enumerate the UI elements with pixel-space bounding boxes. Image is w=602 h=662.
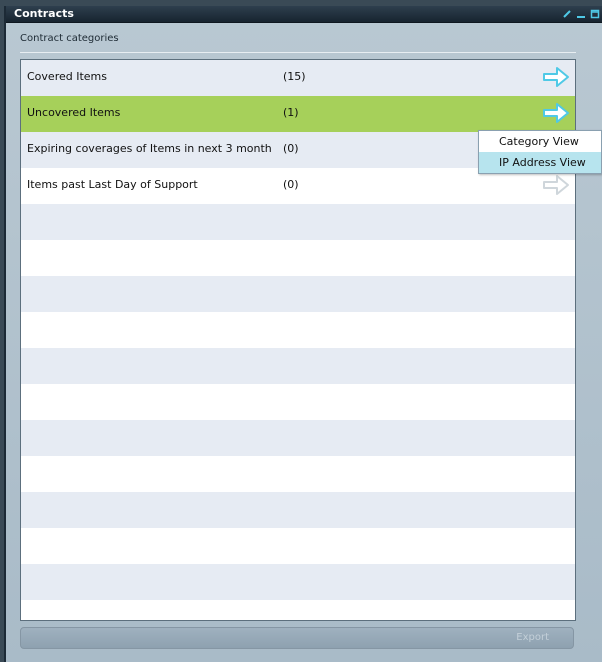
empty-row — [21, 240, 575, 276]
minimize-icon[interactable] — [576, 9, 586, 19]
empty-row — [21, 564, 575, 600]
window-titlebar[interactable]: Contracts — [6, 6, 602, 23]
export-button-label: Export — [516, 632, 549, 643]
section-subtitle: Contract categories — [20, 33, 119, 44]
maximize-icon[interactable] — [590, 9, 600, 19]
context-menu: Category View IP Address View — [478, 130, 602, 174]
empty-row — [21, 456, 575, 492]
category-count: (0) — [283, 142, 299, 155]
empty-row — [21, 384, 575, 420]
category-label: Expiring coverages of Items in next 3 mo… — [27, 142, 272, 155]
category-label: Uncovered Items — [27, 106, 121, 119]
empty-row — [21, 312, 575, 348]
empty-row — [21, 600, 575, 620]
divider — [20, 52, 576, 53]
category-label: Covered Items — [27, 70, 107, 83]
arrow-right-icon[interactable] — [541, 64, 571, 90]
category-row-covered[interactable]: Covered Items (15) — [21, 60, 575, 96]
category-row-uncovered[interactable]: Uncovered Items (1) — [21, 96, 575, 132]
menu-item-ip-address-view[interactable]: IP Address View — [479, 152, 601, 173]
category-label: Items past Last Day of Support — [27, 178, 198, 191]
empty-row — [21, 420, 575, 456]
arrow-right-icon — [543, 175, 569, 195]
edit-pencil-icon[interactable] — [562, 9, 572, 19]
menu-item-category-view[interactable]: Category View — [479, 131, 601, 152]
window-title: Contracts — [14, 7, 74, 20]
empty-row — [21, 204, 575, 240]
empty-row — [21, 492, 575, 528]
contracts-window: Contracts Contract categories Covered It… — [4, 6, 602, 662]
window-controls — [562, 7, 600, 21]
empty-row — [21, 348, 575, 384]
category-count: (0) — [283, 178, 299, 191]
empty-row — [21, 276, 575, 312]
category-count: (15) — [283, 70, 306, 83]
empty-row — [21, 528, 575, 564]
export-button[interactable]: Export — [20, 627, 574, 649]
arrow-right-icon[interactable] — [541, 100, 571, 126]
category-count: (1) — [283, 106, 299, 119]
